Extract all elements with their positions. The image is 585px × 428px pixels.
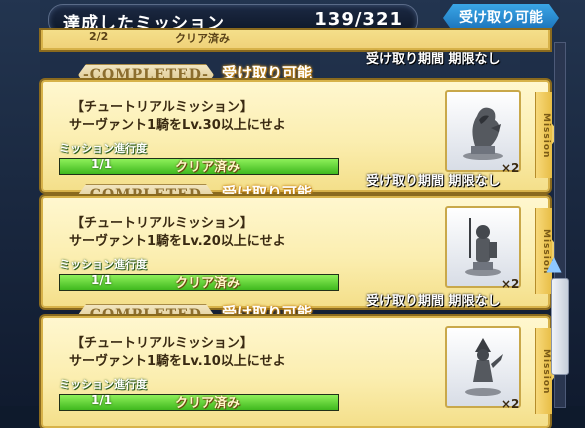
reward-item[interactable] [445,206,521,288]
progress-count: 1/1 [91,157,113,171]
scroll-up-icon[interactable]: ▲ [543,248,565,278]
mission-count: 139/321 [314,9,403,30]
partial-mission-card: 2/2 クリア済み [41,30,550,50]
progress-label: ミッション進行度 [59,258,147,271]
mission-description: サーヴァント1騎をLv.30以上にせよ [69,118,286,133]
mission-title: 【チュートリアルミッション】 [71,216,253,231]
mission-description: サーヴァント1騎をLv.20以上にせよ [69,234,286,249]
mission-tab: Mission [535,92,552,178]
progress-count: 1/1 [91,393,113,407]
mission-title: 【チュートリアルミッション】 [71,336,253,351]
warrior-statue-icon [465,338,503,396]
claim-period: 受け取り期間 期限なし [366,52,501,67]
claim-period: 受け取り期間 期限なし [366,294,501,309]
progress-count: 1/1 [91,273,113,287]
progress-label: ミッション進行度 [59,142,147,155]
scrollbar-thumb[interactable] [551,278,569,375]
reward-quantity: ×2 [501,161,520,175]
mission-description: サーヴァント1騎をLv.10以上にせよ [69,354,286,369]
progress-status: クリア済み [175,160,241,175]
mission-title: 【チュートリアルミッション】 [71,100,253,115]
reward-item[interactable] [445,326,521,408]
mission-card[interactable]: Mission 【チュートリアルミッション】 サーヴァント1騎をLv.10以上に… [41,316,560,428]
partial-status: クリア済み [175,32,230,45]
progress-label: ミッション進行度 [59,378,147,391]
reward-quantity: ×2 [501,397,520,411]
claimable-filter-button[interactable]: 受け取り可能 [443,4,559,32]
partial-progress-count: 2/2 [89,30,109,43]
mission-tab: Mission [535,328,552,414]
reward-quantity: ×2 [501,277,520,291]
progress-status: クリア済み [175,276,241,291]
claim-period: 受け取り期間 期限なし [366,174,501,189]
reward-item[interactable] [445,90,521,172]
knight-statue-icon [465,218,501,276]
progress-status: クリア済み [175,396,241,411]
dragon-statue-icon [463,107,503,160]
